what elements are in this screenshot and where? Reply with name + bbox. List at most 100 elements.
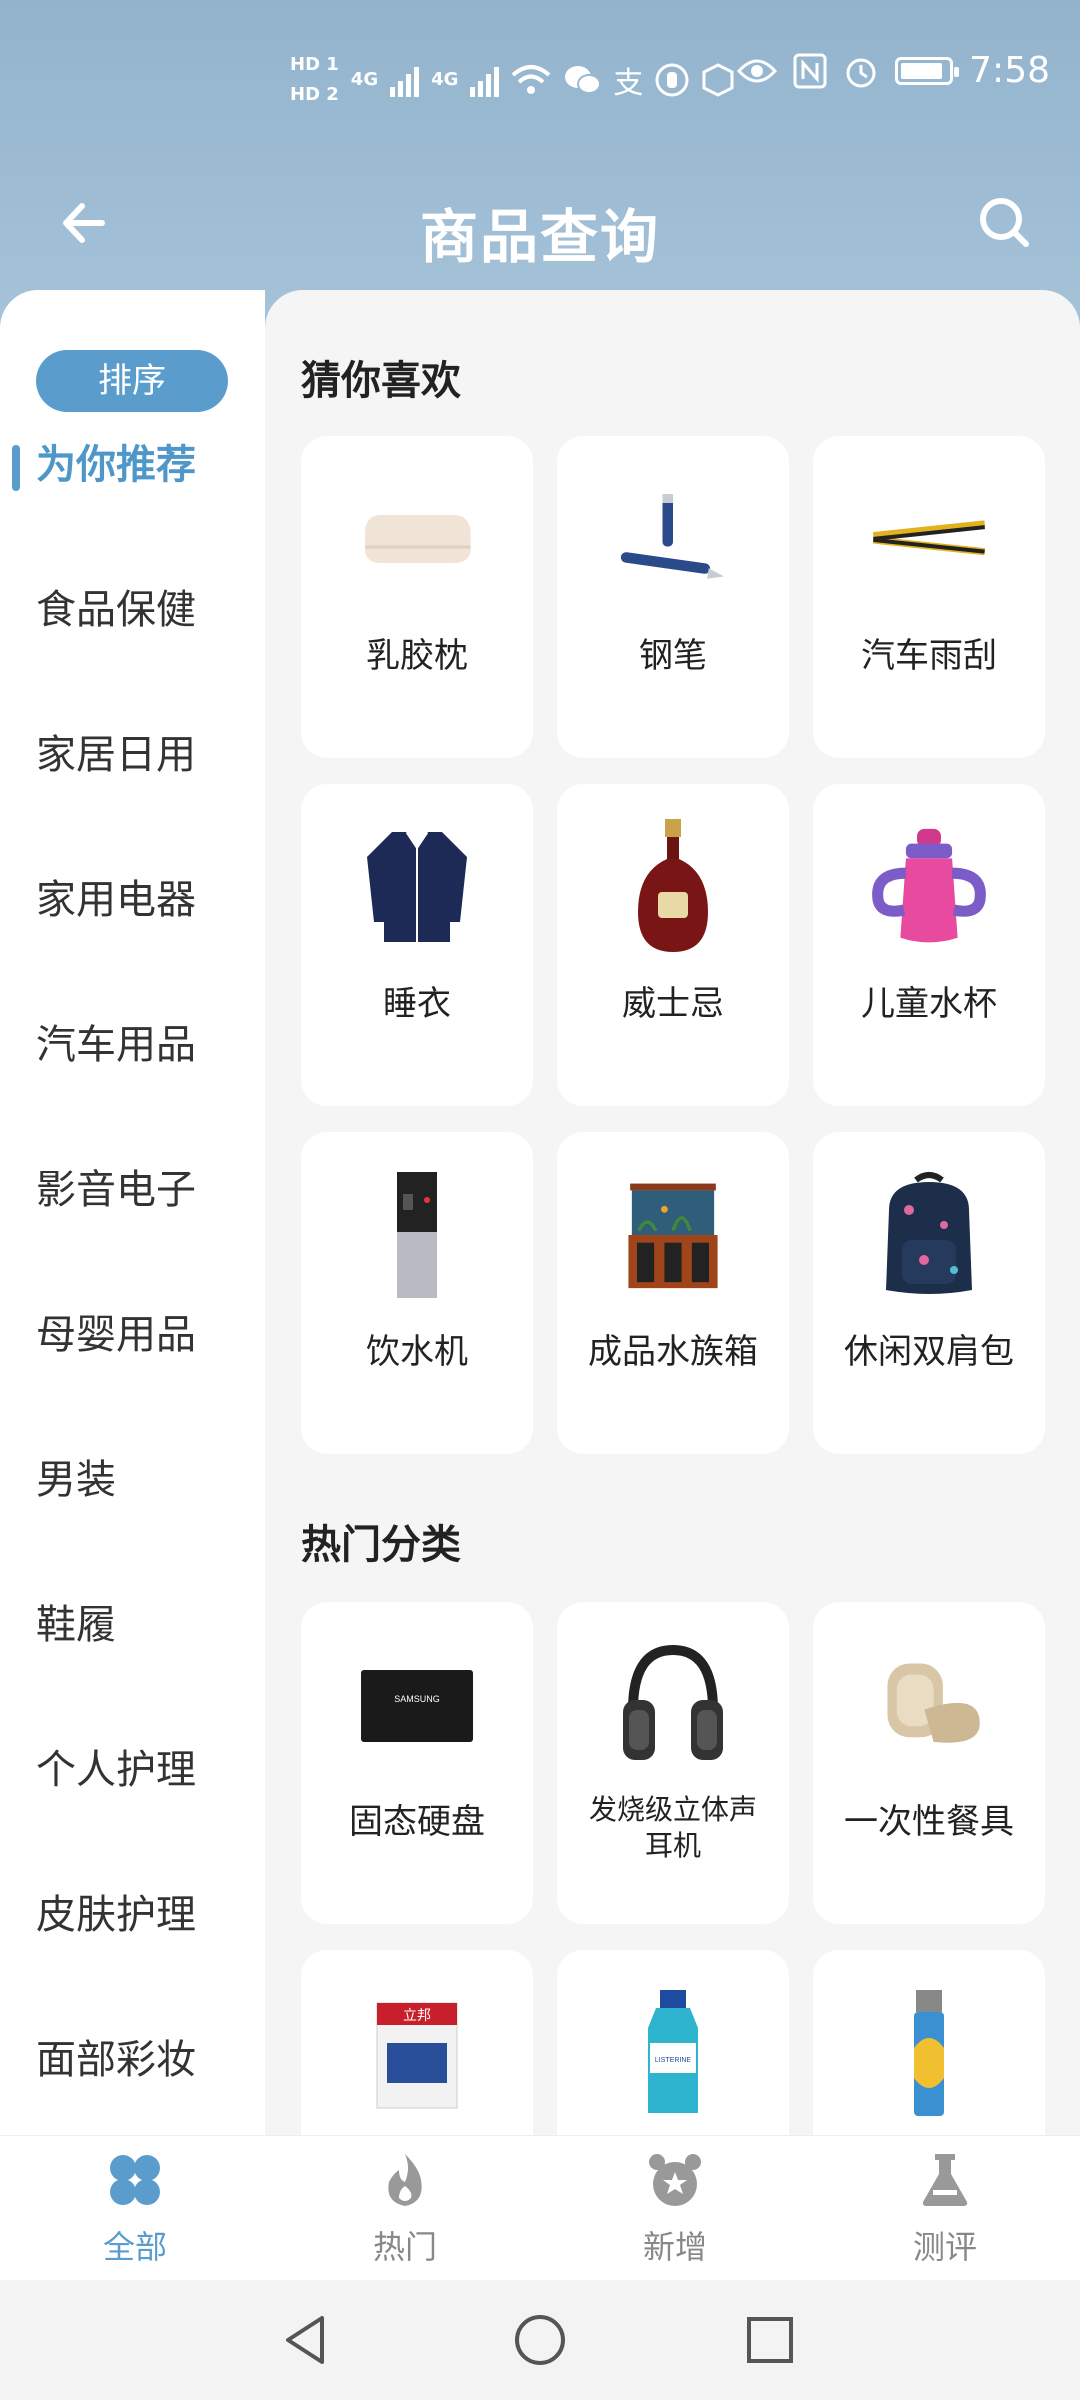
status-right: 7:58 bbox=[737, 50, 1050, 91]
alipay-icon: 支 bbox=[613, 66, 644, 101]
product-label: 睡衣 bbox=[383, 984, 451, 1024]
sidebar-item-label: 家用电器 bbox=[36, 877, 196, 923]
sort-button[interactable]: 排序 bbox=[36, 350, 228, 412]
category-sidebar: 排序 为你推荐 食品保健 家居日用 家用电器 汽车用品 影音电子 母婴用品 男装… bbox=[0, 290, 265, 2135]
search-button[interactable] bbox=[970, 188, 1040, 258]
pajamas-image bbox=[357, 812, 477, 962]
sidebar-item-label: 鞋履 bbox=[36, 1602, 116, 1648]
hd1-label: HD 1 bbox=[290, 54, 339, 75]
category-label: 固态硬盘 bbox=[349, 1802, 485, 1842]
product-card[interactable]: 成品水族箱 bbox=[557, 1132, 789, 1454]
fountain-pen-image bbox=[613, 464, 733, 614]
content-panel: 猜你喜欢 乳胶枕 钢笔 汽车雨刮 睡衣 威士忌 儿童水杯 饮水机 成品水族箱 休… bbox=[265, 290, 1080, 2135]
battery-fill bbox=[901, 62, 943, 79]
bottom-nav: 全部 热门 新增 测评 bbox=[0, 2135, 1080, 2281]
product-card[interactable]: 威士忌 bbox=[557, 784, 789, 1106]
sidebar-item-recommend[interactable]: 为你推荐 bbox=[0, 435, 265, 580]
product-label: 休闲双肩包 bbox=[844, 1332, 1014, 1372]
wechat-icon bbox=[565, 66, 602, 94]
nav-label: 全部 bbox=[102, 2228, 167, 2266]
net2-label: 4G bbox=[431, 69, 459, 90]
sidebar-item-label: 汽车用品 bbox=[36, 1022, 196, 1068]
sidebar-item-makeup[interactable]: 面部彩妆 bbox=[0, 2030, 265, 2135]
nav-tab-new[interactable]: 新增 bbox=[595, 2150, 755, 2268]
sidebar-item-label: 男装 bbox=[36, 1457, 116, 1503]
sidebar-item-electronics[interactable]: 影音电子 bbox=[0, 1160, 265, 1305]
status-time: 7:58 bbox=[969, 50, 1050, 91]
section-title-hot: 热门分类 bbox=[301, 1522, 461, 1568]
product-card[interactable]: 钢笔 bbox=[557, 436, 789, 758]
nav-tab-hot[interactable]: 热门 bbox=[325, 2150, 485, 2268]
wifi-icon bbox=[512, 65, 551, 94]
water-dispenser-image bbox=[357, 1160, 477, 1310]
sidebar-item-label: 为你推荐 bbox=[36, 442, 196, 488]
status-bar: HD 1 HD 2 4G 4G 支 7:58 bbox=[0, 0, 1080, 160]
category-card[interactable]: LISTERINE bbox=[557, 1950, 789, 2135]
nav-label: 热门 bbox=[372, 2228, 437, 2266]
eye-icon bbox=[737, 59, 778, 82]
category-card[interactable]: SAMSUNG 固态硬盘 bbox=[301, 1602, 533, 1924]
sidebar-item-label: 家居日用 bbox=[36, 732, 196, 778]
ssd-brand: SAMSUNG bbox=[394, 1694, 440, 1704]
search-icon bbox=[980, 198, 1029, 247]
signal-icon-2 bbox=[470, 63, 500, 97]
product-card[interactable]: 睡衣 bbox=[301, 784, 533, 1106]
home-circle-icon[interactable] bbox=[510, 2310, 570, 2370]
sidebar-item-home[interactable]: 家居日用 bbox=[0, 725, 265, 870]
product-card[interactable]: 儿童水杯 bbox=[813, 784, 1045, 1106]
category-label: 一次性餐具 bbox=[844, 1802, 1014, 1842]
sidebar-item-label: 皮肤护理 bbox=[36, 1892, 196, 1938]
sidebar-item-baby[interactable]: 母婴用品 bbox=[0, 1305, 265, 1450]
flame-icon bbox=[388, 2154, 422, 2206]
hand-icon bbox=[655, 63, 689, 97]
product-label: 威士忌 bbox=[622, 984, 724, 1024]
page-title: 商品查询 bbox=[419, 203, 660, 271]
signal-icon bbox=[390, 63, 420, 97]
wiper-blade-image bbox=[869, 464, 989, 614]
four-petal-icon bbox=[110, 2155, 160, 2205]
product-card[interactable]: 休闲双肩包 bbox=[813, 1132, 1045, 1454]
alarm-icon bbox=[846, 58, 876, 87]
sidebar-item-car[interactable]: 汽车用品 bbox=[0, 1015, 265, 1160]
app-bar: 商品查询 bbox=[0, 160, 1080, 290]
recents-square-icon[interactable] bbox=[740, 2310, 800, 2370]
category-card[interactable] bbox=[813, 1950, 1045, 2135]
sidebar-item-appliances[interactable]: 家用电器 bbox=[0, 870, 265, 1015]
flask-icon bbox=[922, 2154, 968, 2206]
product-card[interactable]: 汽车雨刮 bbox=[813, 436, 1045, 758]
nfc-icon bbox=[793, 53, 827, 88]
sidebar-item-label: 面部彩妆 bbox=[36, 2037, 196, 2083]
latex-pillow-image bbox=[357, 464, 477, 614]
sippy-cup-image bbox=[869, 812, 989, 962]
category-list: 为你推荐 食品保健 家居日用 家用电器 汽车用品 影音电子 母婴用品 男装 鞋履… bbox=[0, 435, 265, 2135]
sidebar-item-shoes[interactable]: 鞋履 bbox=[0, 1595, 265, 1740]
new-badge-icon bbox=[649, 2154, 701, 2206]
product-card[interactable]: 饮水机 bbox=[301, 1132, 533, 1454]
sidebar-item-personal-care[interactable]: 个人护理 bbox=[0, 1740, 265, 1885]
category-card[interactable]: 发烧级立体声耳机 bbox=[557, 1602, 789, 1924]
sidebar-item-skincare[interactable]: 皮肤护理 bbox=[0, 1885, 265, 2030]
shield-icon bbox=[702, 63, 734, 97]
nav-label: 测评 bbox=[912, 2228, 977, 2266]
aquarium-image bbox=[613, 1160, 733, 1310]
sidebar-item-menswear[interactable]: 男装 bbox=[0, 1450, 265, 1595]
product-card[interactable]: 乳胶枕 bbox=[301, 436, 533, 758]
nav-tab-review[interactable]: 测评 bbox=[865, 2150, 1025, 2268]
whisky-bottle-image bbox=[613, 812, 733, 962]
back-triangle-icon[interactable] bbox=[278, 2310, 338, 2370]
sidebar-item-food[interactable]: 食品保健 bbox=[0, 580, 265, 725]
category-card[interactable]: 一次性餐具 bbox=[813, 1602, 1045, 1924]
category-label: 发烧级立体声耳机 bbox=[588, 1793, 757, 1862]
system-nav-bar bbox=[0, 2280, 1080, 2400]
category-card[interactable]: 立邦 bbox=[301, 1950, 533, 2135]
hd-indicators: HD 1 HD 2 bbox=[290, 50, 339, 110]
sidebar-item-label: 母婴用品 bbox=[36, 1312, 196, 1358]
headphones-image bbox=[613, 1630, 733, 1780]
sidebar-item-label: 食品保健 bbox=[36, 587, 196, 633]
lighter-image bbox=[869, 1978, 989, 2128]
product-label: 钢笔 bbox=[639, 636, 707, 676]
battery-icon bbox=[895, 56, 960, 85]
disposable-tableware-image bbox=[869, 1630, 989, 1780]
backpack-image bbox=[869, 1160, 989, 1310]
nav-tab-all[interactable]: 全部 bbox=[55, 2150, 215, 2268]
